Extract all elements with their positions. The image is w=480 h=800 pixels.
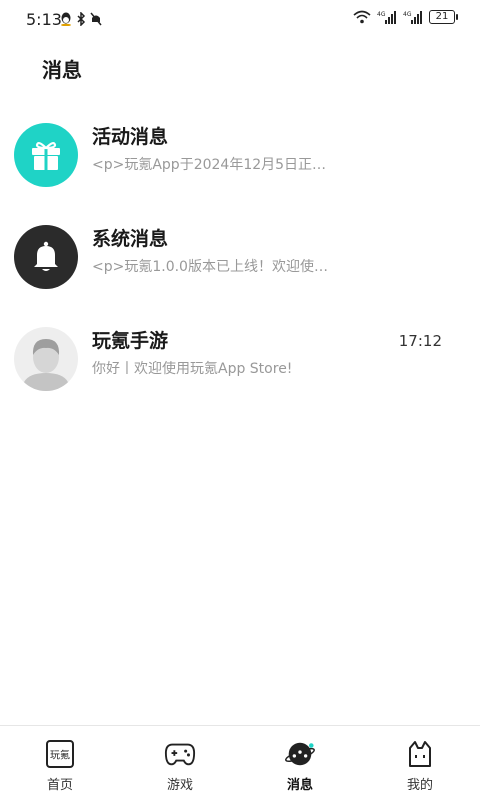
svg-text:4G: 4G xyxy=(403,11,412,18)
message-title: 玩氪手游 xyxy=(92,330,169,352)
svg-text:4G: 4G xyxy=(377,11,386,18)
message-title: 活动消息 xyxy=(92,126,169,148)
mute-icon xyxy=(90,12,102,26)
nav-item-mine[interactable]: 我的 xyxy=(360,726,480,800)
default-user-avatar xyxy=(14,327,78,391)
message-item-game[interactable]: 玩氪手游 17:12 你好丨欢迎使用玩氪App Store! xyxy=(0,312,480,414)
gift-icon xyxy=(14,123,78,187)
nav-item-messages[interactable]: 消息 xyxy=(240,726,360,800)
message-title: 系统消息 xyxy=(92,228,169,250)
status-bar: 5:13 4G 4G 21 xyxy=(0,0,480,40)
signal-4g-icon: 4G xyxy=(377,11,396,24)
bottom-nav: 玩氪 首页 游戏 消息 我的 xyxy=(0,725,480,800)
message-preview: <p>玩氪App于2024年12月5日正… xyxy=(92,157,327,173)
nav-label: 游戏 xyxy=(166,778,193,793)
status-time: 5:13 xyxy=(26,10,62,29)
wifi-icon xyxy=(353,10,371,24)
message-item-activity[interactable]: 活动消息 <p>玩氪App于2024年12月5日正… xyxy=(0,108,480,210)
message-item-system[interactable]: 系统消息 <p>玩氪1.0.0版本已上线！欢迎使… xyxy=(0,210,480,312)
nav-label: 我的 xyxy=(406,778,433,793)
svg-text:玩氪: 玩氪 xyxy=(50,749,70,762)
signal-4g-icon-2: 4G xyxy=(403,11,422,24)
bell-icon xyxy=(14,225,78,289)
message-planet-icon xyxy=(284,738,316,770)
nav-item-home[interactable]: 玩氪 首页 xyxy=(0,726,120,800)
bluetooth-icon xyxy=(77,12,86,26)
cat-face-icon xyxy=(404,738,436,770)
message-preview: 你好丨欢迎使用玩氪App Store! xyxy=(92,361,293,377)
battery-icon: 21 xyxy=(429,10,458,24)
nav-item-games[interactable]: 游戏 xyxy=(120,726,240,800)
message-preview: <p>玩氪1.0.0版本已上线！欢迎使… xyxy=(92,259,328,275)
nav-label: 消息 xyxy=(286,778,313,793)
message-list: 活动消息 <p>玩氪App于2024年12月5日正… 系统消息 <p>玩氪1.0… xyxy=(0,108,480,414)
gamepad-icon xyxy=(164,738,196,770)
battery-level: 21 xyxy=(429,10,455,24)
nav-label: 首页 xyxy=(46,778,73,793)
message-time: 17:12 xyxy=(398,332,442,350)
qq-icon xyxy=(61,12,71,26)
home-logo-icon: 玩氪 xyxy=(44,738,76,770)
page-title: 消息 xyxy=(42,58,82,82)
